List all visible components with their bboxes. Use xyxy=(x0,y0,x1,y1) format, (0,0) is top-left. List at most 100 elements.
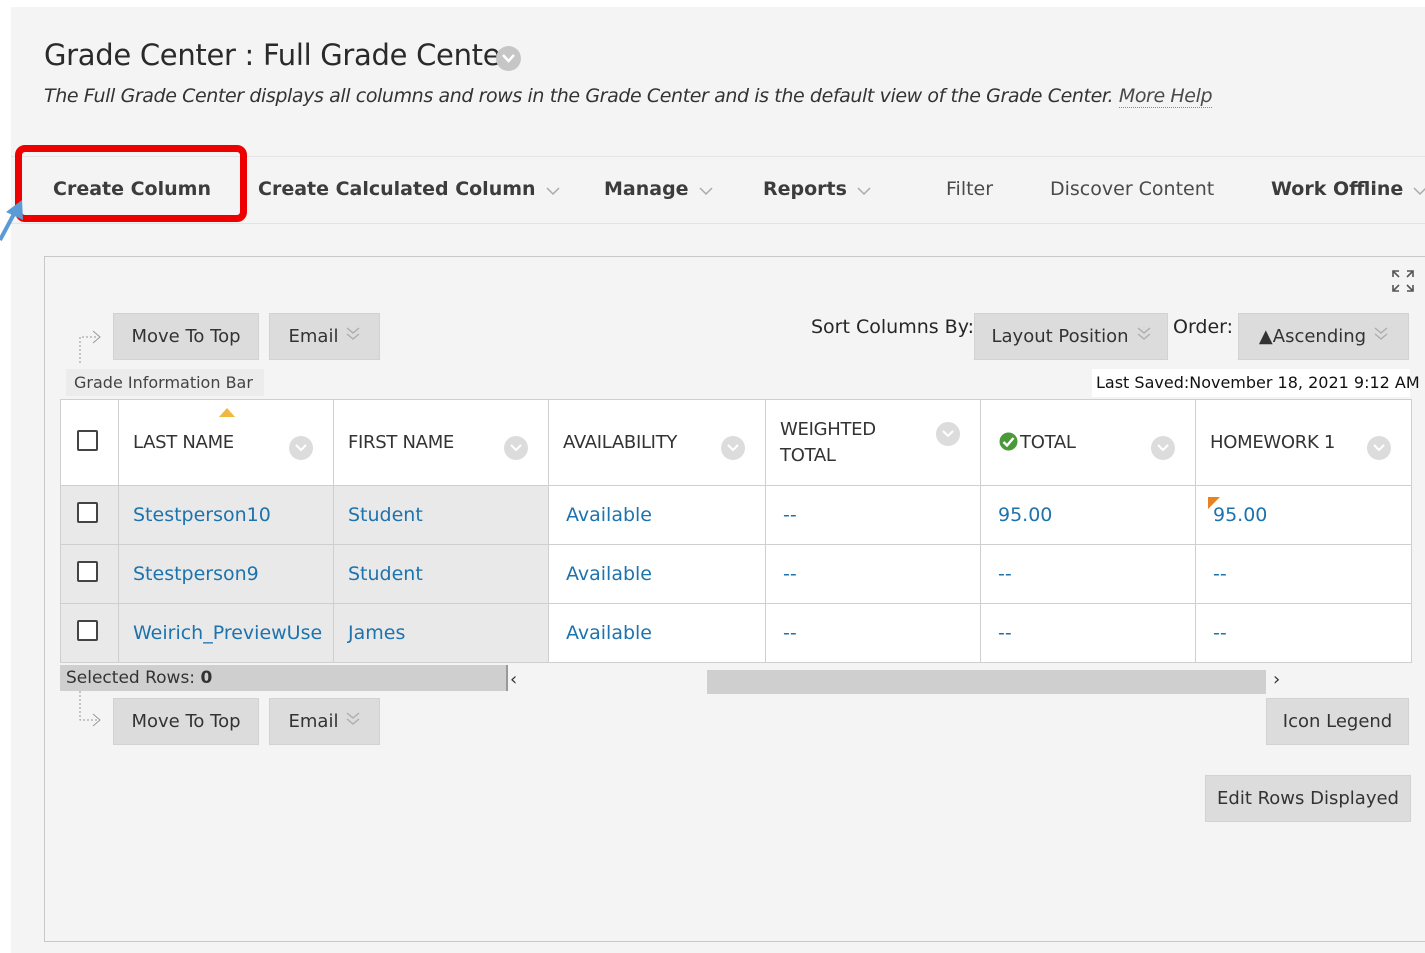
table-row: Stestperson10 Student Available -- 95.00… xyxy=(60,485,1412,545)
total-cell[interactable]: -- xyxy=(980,603,1196,663)
row-select-cell xyxy=(60,603,119,663)
header-label: FIRST NAME xyxy=(348,432,454,453)
first-name-cell[interactable]: Student xyxy=(333,485,549,545)
grid-header-row: LAST NAME FIRST NAME AVAILABILITY WEIGHT… xyxy=(60,399,1412,486)
email-label: Email xyxy=(288,326,339,347)
table-row: Stestperson9 Student Available -- -- -- xyxy=(60,544,1412,604)
column-header-first-name[interactable]: FIRST NAME xyxy=(333,399,549,486)
discover-content-button[interactable]: Discover Content xyxy=(1050,178,1214,200)
column-header-availability[interactable]: AVAILABILITY xyxy=(548,399,766,486)
last-name-cell[interactable]: Stestperson10 xyxy=(118,485,334,545)
row-select-cell xyxy=(60,544,119,604)
column-header-weighted-total[interactable]: WEIGHTED TOTAL xyxy=(765,399,981,486)
move-to-top-button-bottom[interactable]: Move To Top xyxy=(113,698,259,745)
work-offline-menu[interactable]: Work Offline xyxy=(1271,178,1425,201)
manage-menu[interactable]: Manage xyxy=(604,178,713,201)
availability-cell[interactable]: Available xyxy=(548,485,766,545)
availability-cell[interactable]: Available xyxy=(548,544,766,604)
reports-menu[interactable]: Reports xyxy=(763,178,871,201)
branch-arrow-icon xyxy=(79,330,101,363)
scroll-left-arrow-icon[interactable]: ‹ xyxy=(510,669,517,690)
chevron-down-icon xyxy=(546,179,560,201)
row-checkbox[interactable] xyxy=(77,620,98,641)
sort-columns-select[interactable]: Layout Position xyxy=(974,313,1168,360)
header-label: WEIGHTED TOTAL xyxy=(780,418,876,466)
double-chevron-icon xyxy=(1374,326,1388,347)
total-cell[interactable]: -- xyxy=(980,544,1196,604)
weighted-total-cell[interactable]: -- xyxy=(765,603,981,663)
row-checkbox[interactable] xyxy=(77,561,98,582)
horizontal-scrollbar[interactable] xyxy=(707,670,1266,694)
expand-icon[interactable] xyxy=(1390,268,1416,294)
selected-rows-indicator: Selected Rows: 0 xyxy=(60,665,508,691)
annotation-highlight-box xyxy=(15,145,247,222)
last-name-cell[interactable]: Weirich_PreviewUse xyxy=(118,603,334,663)
column-menu-icon[interactable] xyxy=(936,422,960,446)
homework-1-cell[interactable]: -- xyxy=(1195,603,1412,663)
column-menu-icon[interactable] xyxy=(1367,436,1391,460)
order-label: Order: xyxy=(1173,316,1234,338)
work-offline-label: Work Offline xyxy=(1271,178,1404,200)
sort-columns-label: Sort Columns By: xyxy=(811,316,974,338)
column-header-last-name[interactable]: LAST NAME xyxy=(118,399,334,486)
page-title: Grade Center : Full Grade Center xyxy=(44,38,512,72)
grade-value: 95.00 xyxy=(1213,504,1268,526)
header-label: AVAILABILITY xyxy=(563,432,678,453)
double-chevron-icon xyxy=(346,711,360,732)
select-all-checkbox[interactable] xyxy=(77,429,98,451)
first-name-cell[interactable]: Student xyxy=(333,544,549,604)
create-calculated-column-menu[interactable]: Create Calculated Column xyxy=(258,178,560,201)
grade-grid: LAST NAME FIRST NAME AVAILABILITY WEIGHT… xyxy=(60,399,1412,663)
selected-rows-count: 0 xyxy=(200,668,213,688)
icon-legend-button[interactable]: Icon Legend xyxy=(1266,698,1409,745)
sort-ascending-icon xyxy=(219,408,235,417)
email-menu-bottom[interactable]: Email xyxy=(269,698,380,745)
title-options-icon[interactable] xyxy=(496,46,521,71)
homework-1-cell[interactable]: -- xyxy=(1195,544,1412,604)
header-label: TOTAL xyxy=(1020,432,1076,453)
column-menu-icon[interactable] xyxy=(721,436,745,460)
move-to-top-button[interactable]: Move To Top xyxy=(113,313,259,360)
header-label: HOMEWORK 1 xyxy=(1210,432,1336,453)
sort-columns-value: Layout Position xyxy=(991,326,1129,347)
column-menu-icon[interactable] xyxy=(504,436,528,460)
reports-label: Reports xyxy=(763,178,847,200)
availability-cell[interactable]: Available xyxy=(548,603,766,663)
description-text: The Full Grade Center displays all colum… xyxy=(44,85,1114,107)
email-label: Email xyxy=(288,711,339,732)
table-row: Weirich_PreviewUse James Available -- --… xyxy=(60,603,1412,663)
column-menu-icon[interactable] xyxy=(289,436,313,460)
edit-rows-displayed-button[interactable]: Edit Rows Displayed xyxy=(1205,775,1411,822)
weighted-total-cell[interactable]: -- xyxy=(765,485,981,545)
needs-grading-flag-icon xyxy=(1208,497,1220,509)
total-cell[interactable]: 95.00 xyxy=(980,485,1196,545)
order-select[interactable]: ▲Ascending xyxy=(1238,313,1409,360)
scroll-right-arrow-icon[interactable]: › xyxy=(1273,669,1280,690)
external-grade-check-icon xyxy=(999,432,1018,451)
header-label: LAST NAME xyxy=(133,432,234,453)
column-menu-icon[interactable] xyxy=(1151,436,1175,460)
column-header-homework-1[interactable]: HOMEWORK 1 xyxy=(1195,399,1412,486)
more-help-link[interactable]: More Help xyxy=(1118,85,1213,108)
annotation-arrow-icon xyxy=(0,200,23,241)
double-chevron-icon xyxy=(1137,326,1151,347)
last-name-cell[interactable]: Stestperson9 xyxy=(118,544,334,604)
branch-arrow-icon xyxy=(79,691,101,727)
first-name-cell[interactable]: James xyxy=(333,603,549,663)
email-menu[interactable]: Email xyxy=(269,313,380,360)
selected-rows-label: Selected Rows: xyxy=(66,668,196,688)
order-value: ▲Ascending xyxy=(1258,326,1367,347)
row-select-cell xyxy=(60,485,119,545)
chevron-down-icon xyxy=(857,179,871,201)
homework-1-cell[interactable]: 95.00 xyxy=(1195,485,1412,545)
chevron-down-icon xyxy=(1413,179,1425,201)
manage-label: Manage xyxy=(604,178,689,200)
grade-information-bar[interactable]: Grade Information Bar xyxy=(66,369,264,396)
row-checkbox[interactable] xyxy=(77,502,98,523)
last-saved-text: Last Saved:November 18, 2021 9:12 AM xyxy=(1092,369,1420,397)
column-header-total[interactable]: TOTAL xyxy=(980,399,1196,486)
chevron-down-icon xyxy=(699,179,713,201)
filter-button[interactable]: Filter xyxy=(946,178,993,200)
create-calculated-column-label: Create Calculated Column xyxy=(258,178,536,200)
weighted-total-cell[interactable]: -- xyxy=(765,544,981,604)
